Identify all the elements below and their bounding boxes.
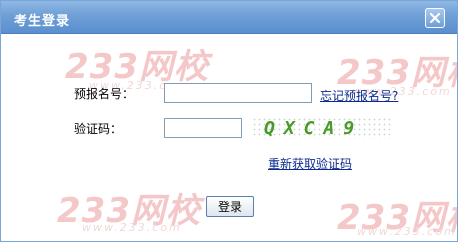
watermark-domain: www.233.com — [357, 225, 457, 238]
watermark-logo: 233网校 — [337, 198, 457, 238]
captcha-label: 验证码： — [74, 122, 123, 136]
reg-number-input[interactable] — [164, 83, 312, 103]
watermark-domain: www.233.com — [82, 221, 182, 234]
login-button[interactable]: 登录 — [206, 196, 254, 217]
forgot-reg-number-link[interactable]: 忘记预报名号? — [320, 87, 398, 104]
close-button[interactable] — [425, 8, 445, 28]
reg-number-label: 预报名号： — [74, 87, 135, 101]
dialog-titlebar: 考生登录 — [1, 1, 457, 34]
close-icon — [430, 13, 440, 23]
dialog-title: 考生登录 — [14, 14, 71, 29]
watermark-logo: 233网校 — [65, 47, 209, 87]
captcha-input[interactable] — [164, 118, 242, 138]
captcha-image[interactable]: QXCA9 — [252, 117, 392, 139]
captcha-text: QXCA9 — [264, 118, 364, 139]
login-dialog: 考生登录 233网校 www.233.com 233网校 www.233.com… — [0, 0, 458, 242]
refresh-captcha-link[interactable]: 重新获取验证码 — [268, 155, 352, 172]
watermark-logo: 233网校 — [57, 191, 201, 231]
